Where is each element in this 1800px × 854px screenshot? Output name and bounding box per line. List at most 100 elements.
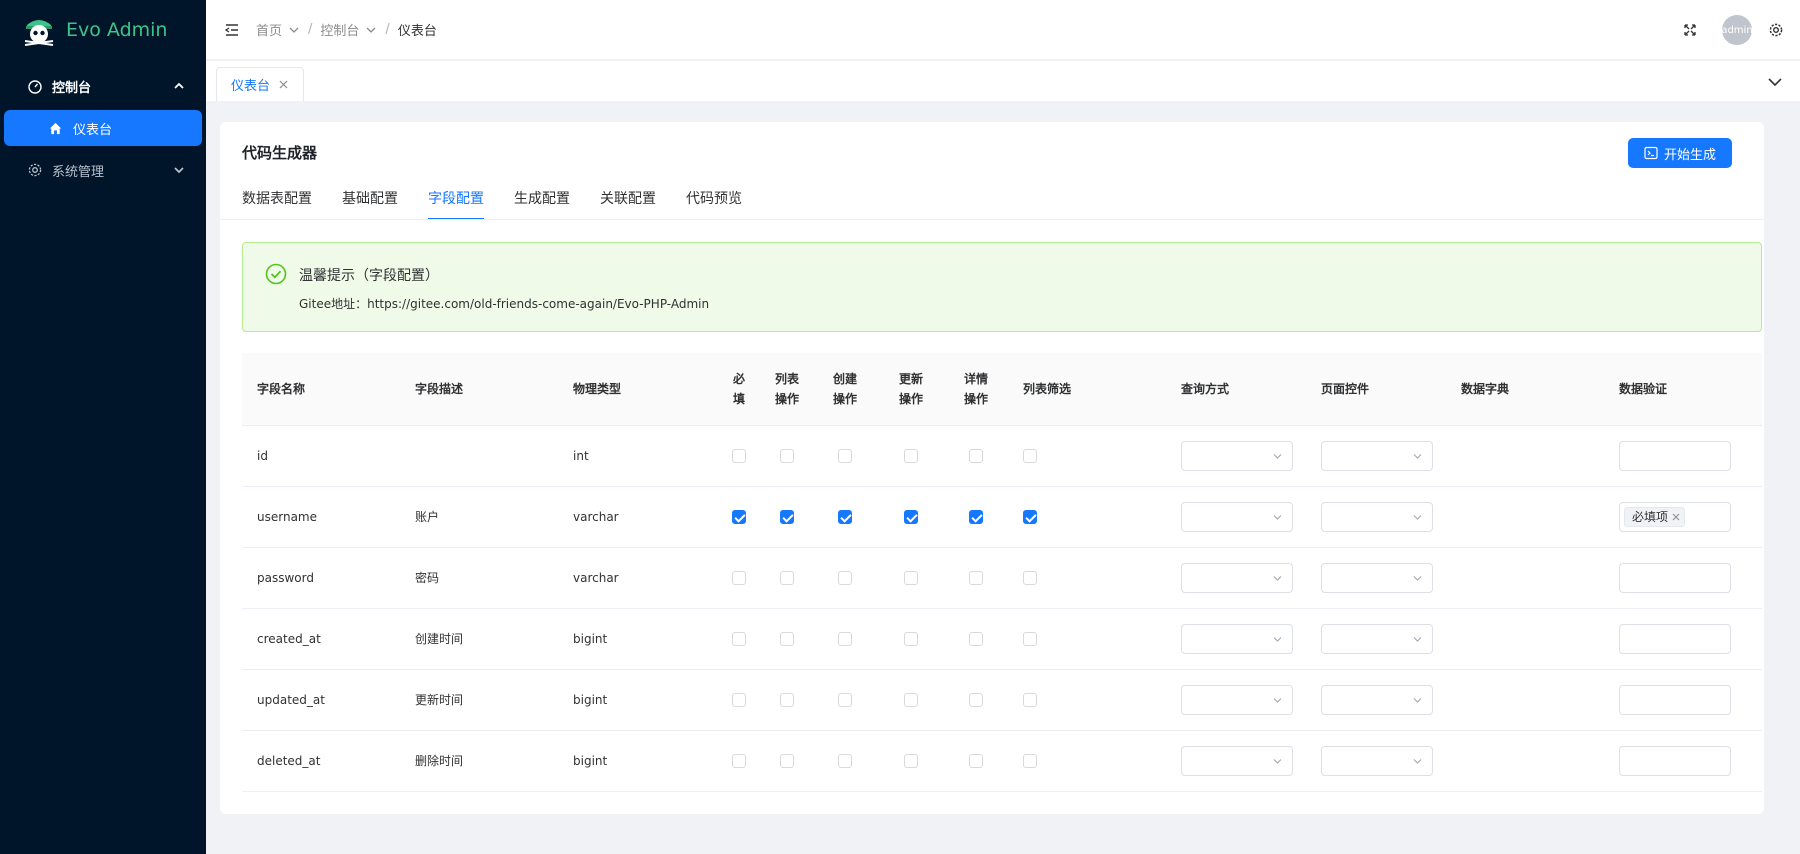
query-mode-select[interactable] <box>1181 501 1293 532</box>
validation-input[interactable] <box>1619 440 1731 471</box>
create-op-checkbox[interactable] <box>838 570 852 585</box>
validation-cell <box>1604 547 1762 609</box>
menu-fold-icon[interactable] <box>224 22 240 38</box>
close-icon[interactable] <box>278 79 289 90</box>
start-generate-button[interactable]: 开始生成 <box>1628 138 1732 168</box>
required-checkbox[interactable] <box>732 631 746 646</box>
query-mode-select[interactable] <box>1181 440 1293 471</box>
avatar[interactable]: admin <box>1721 15 1753 45</box>
required-checkbox[interactable] <box>732 692 746 707</box>
sidebar-group-system[interactable]: 系统管理 <box>0 148 206 192</box>
fullscreen-icon[interactable] <box>1682 22 1698 38</box>
tab-relation-config[interactable]: 关联配置 <box>600 182 656 220</box>
chevron-down-icon <box>174 167 184 174</box>
check-circle-icon <box>265 263 287 285</box>
validation-input[interactable] <box>1619 684 1731 715</box>
required-checkbox[interactable] <box>732 448 746 463</box>
detail-op-checkbox[interactable] <box>969 753 983 768</box>
sidebar-group-dashboard[interactable]: 控制台 <box>0 64 206 108</box>
update-op-checkbox[interactable] <box>904 509 918 524</box>
list-filter-checkbox[interactable] <box>1023 448 1037 463</box>
chevron-down-icon[interactable] <box>1766 73 1784 91</box>
page-tab-label: 仪表台 <box>231 79 271 94</box>
create-op-checkbox[interactable] <box>838 692 852 707</box>
card-title: 代码生成器 <box>242 144 318 162</box>
column-header: 字段描述 <box>400 353 558 426</box>
chevron-down-icon[interactable] <box>288 24 300 36</box>
create-op-checkbox[interactable] <box>838 631 852 646</box>
list-op-checkbox[interactable] <box>780 448 794 463</box>
page-control-select[interactable] <box>1321 684 1433 715</box>
tab-table-config[interactable]: 数据表配置 <box>242 182 312 220</box>
logo[interactable]: Evo Admin <box>0 0 206 60</box>
query-mode-select[interactable] <box>1181 623 1293 654</box>
chevron-down-icon[interactable] <box>365 24 377 36</box>
query-mode-select[interactable] <box>1181 745 1293 776</box>
create-op-checkbox[interactable] <box>838 509 852 524</box>
chevron-down-icon <box>1273 758 1282 764</box>
detail-op-checkbox[interactable] <box>969 509 983 524</box>
required-checkbox[interactable] <box>732 509 746 524</box>
required-cell <box>716 608 762 670</box>
page-tab-dashboard[interactable]: 仪表台 <box>216 67 305 101</box>
list-filter-checkbox[interactable] <box>1023 692 1037 707</box>
list-filter-checkbox[interactable] <box>1023 753 1037 768</box>
list-filter-checkbox[interactable] <box>1023 509 1037 524</box>
field-config-table: 字段名称 字段描述 物理类型 必填 列表 操作 创建 操作 更新 操作 详情 操作 列表… <box>242 353 1762 792</box>
tab-generate-config[interactable]: 生成配置 <box>514 182 570 220</box>
detail-op-checkbox[interactable] <box>969 692 983 707</box>
list-filter-checkbox[interactable] <box>1023 631 1037 646</box>
start-generate-label: 开始生成 <box>1663 147 1716 163</box>
create-op-checkbox[interactable] <box>838 753 852 768</box>
validation-input[interactable] <box>1619 562 1731 593</box>
page-control-cell <box>1306 730 1446 792</box>
create-op-checkbox[interactable] <box>838 448 852 463</box>
required-checkbox[interactable] <box>732 753 746 768</box>
page-control-select[interactable] <box>1321 440 1433 471</box>
tabs-divider <box>220 219 1764 220</box>
field-description: 账户 <box>400 486 558 548</box>
update-op-checkbox[interactable] <box>904 753 918 768</box>
validation-input[interactable]: 必填项 <box>1619 501 1731 532</box>
page-control-select[interactable] <box>1321 623 1433 654</box>
update-op-checkbox[interactable] <box>904 448 918 463</box>
close-icon[interactable] <box>1672 513 1680 521</box>
update-op-checkbox[interactable] <box>904 631 918 646</box>
breadcrumb-item[interactable]: 首页 <box>256 20 282 39</box>
sidebar-item-dashboard-home[interactable]: 仪表台 <box>4 110 202 146</box>
list-filter-checkbox[interactable] <box>1023 570 1037 585</box>
validation-input[interactable] <box>1619 623 1731 654</box>
list-op-cell <box>762 547 812 609</box>
list-filter-cell <box>1008 608 1166 670</box>
settings-icon[interactable] <box>1768 22 1784 38</box>
page-control-select[interactable] <box>1321 501 1433 532</box>
skull-logo-icon <box>24 20 54 46</box>
required-checkbox[interactable] <box>732 570 746 585</box>
column-header: 更新 操作 <box>878 353 944 426</box>
data-dict-cell <box>1446 547 1604 609</box>
column-header: 数据验证 <box>1604 353 1762 426</box>
tip-alert: 温馨提示（字段配置） Gitee地址：https://gitee.com/old… <box>242 242 1762 332</box>
list-op-checkbox[interactable] <box>780 570 794 585</box>
detail-op-checkbox[interactable] <box>969 448 983 463</box>
list-op-checkbox[interactable] <box>780 692 794 707</box>
list-filter-cell <box>1008 547 1166 609</box>
tab-basic-config[interactable]: 基础配置 <box>342 182 398 220</box>
query-mode-select[interactable] <box>1181 562 1293 593</box>
list-op-checkbox[interactable] <box>780 509 794 524</box>
column-header: 详情 操作 <box>944 353 1008 426</box>
breadcrumb-item[interactable]: 控制台 <box>320 20 359 39</box>
validation-input[interactable] <box>1619 745 1731 776</box>
list-filter-cell <box>1008 730 1166 792</box>
tab-field-config[interactable]: 字段配置 <box>428 182 484 220</box>
detail-op-checkbox[interactable] <box>969 631 983 646</box>
query-mode-select[interactable] <box>1181 684 1293 715</box>
tab-code-preview[interactable]: 代码预览 <box>686 182 742 220</box>
update-op-checkbox[interactable] <box>904 692 918 707</box>
page-control-select[interactable] <box>1321 562 1433 593</box>
detail-op-checkbox[interactable] <box>969 570 983 585</box>
list-op-checkbox[interactable] <box>780 753 794 768</box>
list-op-checkbox[interactable] <box>780 631 794 646</box>
page-control-select[interactable] <box>1321 745 1433 776</box>
update-op-checkbox[interactable] <box>904 570 918 585</box>
